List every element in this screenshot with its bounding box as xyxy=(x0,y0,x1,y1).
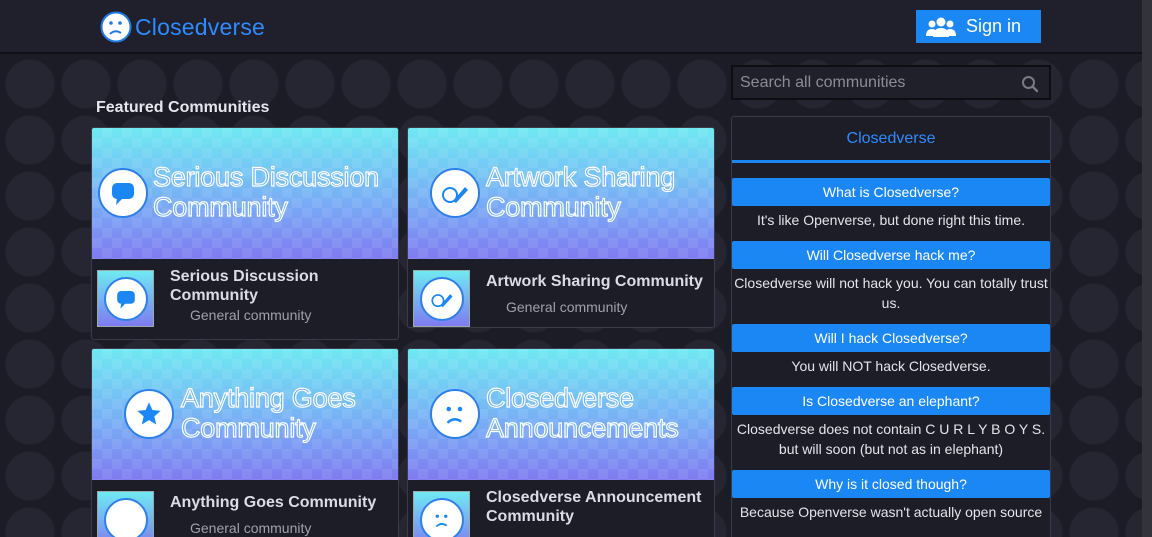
community-card-artwork-sharing[interactable]: Artwork Sharing Community Artwork Sharin… xyxy=(407,127,715,328)
sad-face-logo-icon xyxy=(100,11,132,43)
community-thumbnail xyxy=(97,491,154,537)
community-card-anything-goes[interactable]: Anything Goes Community Anything Goes Co… xyxy=(91,348,399,537)
users-icon xyxy=(926,17,956,37)
paintbrush-icon xyxy=(430,168,480,218)
community-search-box[interactable] xyxy=(731,65,1051,100)
community-thumbnail xyxy=(413,491,470,537)
chat-bubble-icon xyxy=(98,168,148,218)
community-banner: Closedverse Announcements xyxy=(408,349,714,480)
community-thumbnail xyxy=(97,270,154,327)
banner-title: Serious Discussion Community xyxy=(152,161,379,222)
page-scrollbar[interactable] xyxy=(1142,0,1152,537)
faq-answer: Closedverse does not contain C U R L Y B… xyxy=(736,421,1046,457)
community-card-serious-discussion[interactable]: Serious Discussion Community Serious Dis… xyxy=(91,127,399,340)
community-banner: Serious Discussion Community xyxy=(92,128,398,259)
scrollbar-thumb[interactable] xyxy=(1142,0,1152,537)
site-logo-text: Closedverse xyxy=(135,13,266,40)
faq-question: Why is it closed though? xyxy=(732,470,1050,498)
chat-bubble-icon xyxy=(103,276,148,321)
community-type: General community xyxy=(506,299,628,315)
faq-answer: It's like Openverse, but done right this… xyxy=(756,212,1026,228)
sad-face-icon xyxy=(419,497,464,537)
community-card-closedverse-announcements[interactable]: Closedverse Announcements Closedverse An… xyxy=(407,348,715,537)
banner-title: Artwork Sharing Community xyxy=(485,161,676,222)
sign-in-label: Sign in xyxy=(966,16,1022,36)
faq-question: What is Closedverse? xyxy=(732,178,1050,206)
sign-in-button[interactable]: Sign in xyxy=(916,10,1041,43)
faq-question: Will Closedverse hack me? xyxy=(732,241,1050,269)
banner-title: Closedverse Announcements xyxy=(485,382,679,443)
community-banner: Anything Goes Community xyxy=(92,349,398,480)
community-name[interactable]: Closedverse Announcement Community xyxy=(486,488,711,526)
search-input[interactable] xyxy=(733,67,1049,98)
community-name[interactable]: Artwork Sharing Community xyxy=(486,272,711,291)
sad-face-icon xyxy=(430,389,480,439)
star-icon xyxy=(124,389,174,439)
faq-question: Is Closedverse an elephant? xyxy=(732,387,1050,415)
faq-answer: Because Openverse wasn't actually open s… xyxy=(739,504,1043,520)
faq-answer: You will NOT hack Closedverse. xyxy=(791,358,991,374)
top-navigation-bar: Closedverse Sign in xyxy=(0,0,1142,54)
community-banner: Artwork Sharing Community xyxy=(408,128,714,259)
community-type: General community xyxy=(190,307,312,323)
faq-answer: Closedverse will not hack you. You can t… xyxy=(734,275,1048,311)
search-icon[interactable] xyxy=(1021,75,1039,93)
sidebar-title: Closedverse xyxy=(732,117,1050,163)
site-logo[interactable]: Closedverse xyxy=(100,11,265,43)
community-thumbnail xyxy=(413,270,470,327)
info-sidebar: Closedverse What is Closedverse? It's li… xyxy=(731,116,1051,537)
community-type: General community xyxy=(190,520,312,536)
blank-circle-icon xyxy=(103,497,148,537)
banner-title: Anything Goes Community xyxy=(180,382,356,443)
featured-communities-heading: Featured Communities xyxy=(96,99,270,116)
community-name[interactable]: Serious Discussion Community xyxy=(170,267,395,305)
community-name[interactable]: Anything Goes Community xyxy=(170,493,395,512)
faq-question: Will I hack Closedverse? xyxy=(732,324,1050,352)
paintbrush-icon xyxy=(419,276,464,321)
